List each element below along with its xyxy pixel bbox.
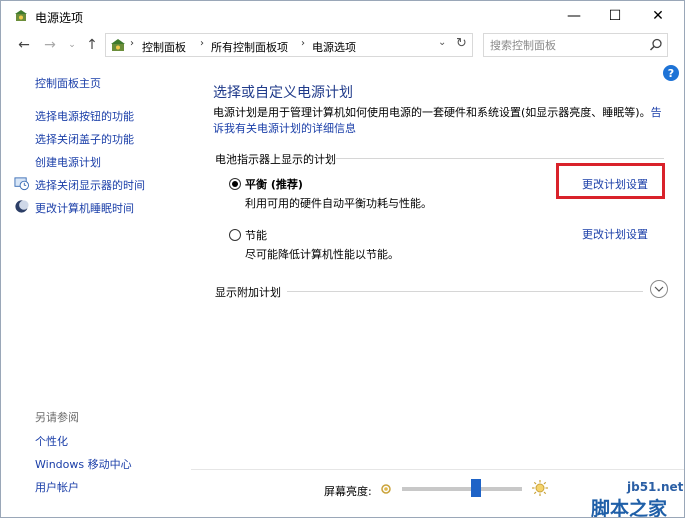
brightness-slider-thumb[interactable]: [471, 479, 482, 497]
battery-plans-group-label: 电池指示器上显示的计划: [215, 153, 336, 166]
balanced-plan-name[interactable]: 平衡 (推荐): [245, 176, 303, 192]
chevron-down-icon: [654, 286, 664, 292]
title-bar: 电源选项 — ☐ ✕: [1, 1, 684, 31]
power-saver-change-settings-link[interactable]: 更改计划设置: [582, 226, 648, 242]
breadcrumb-separator: ›: [130, 38, 134, 49]
screen-brightness-label: 屏幕亮度:: [324, 485, 372, 498]
bottom-divider: [191, 469, 684, 470]
brightness-slider-fill: [402, 487, 477, 491]
brightness-slider[interactable]: [402, 487, 522, 491]
minimize-icon: —: [567, 8, 581, 24]
control-panel-icon: [111, 39, 125, 51]
maximize-icon: ☐: [608, 8, 622, 24]
additional-plans-divider: [287, 291, 643, 292]
annotation-highlight-box: [556, 163, 665, 199]
power-saver-plan-radio[interactable]: [229, 229, 241, 241]
group-divider: [336, 158, 664, 159]
maximize-button[interactable]: ☐: [592, 1, 638, 31]
breadcrumb-separator[interactable]: ›: [200, 38, 204, 49]
breadcrumb-all-items[interactable]: 所有控制面板项: [211, 39, 288, 55]
page-description: 电源计划是用于管理计算机如何使用电源的一套硬件和系统设置(如显示器亮度、睡眠等)…: [213, 105, 668, 137]
learn-more-link-cont[interactable]: 诉我有关电源计划的详细信息: [213, 122, 356, 135]
brightness-low-icon: [381, 484, 391, 494]
navigation-bar: ← → ⌄ ↑ › 控制面板 › 所有控制面板项 › 电源选项 ⌄ ↻: [1, 31, 684, 59]
see-also-personalization[interactable]: 个性化: [35, 433, 68, 449]
main-content: ? 选择或自定义电源计划 电源计划是用于管理计算机如何使用电源的一套硬件和系统设…: [191, 61, 684, 517]
left-navigation-pane: 控制面板主页 选择电源按钮的功能 选择关闭盖子的功能 创建电源计划 选择关闭显示…: [1, 61, 191, 517]
address-dropdown-icon[interactable]: ⌄: [438, 37, 446, 48]
forward-arrow-icon: →: [44, 37, 56, 53]
back-arrow-icon: ←: [18, 37, 30, 53]
expand-additional-plans-button[interactable]: [650, 280, 668, 298]
watermark-url: jb51.net: [627, 480, 684, 494]
description-text: 电源计划是用于管理计算机如何使用电源的一套硬件和系统设置(如显示器亮度、睡眠等)…: [213, 106, 651, 119]
search-icon[interactable]: [648, 37, 664, 53]
page-title: 选择或自定义电源计划: [213, 85, 353, 101]
back-button[interactable]: ←: [15, 36, 33, 54]
sidebar-item-display-off[interactable]: 选择关闭显示器的时间: [35, 177, 145, 193]
power-saver-plan-description: 尽可能降低计算机性能以节能。: [245, 248, 399, 261]
balanced-plan-description: 利用可用的硬件自动平衡功耗与性能。: [245, 197, 432, 210]
learn-more-link[interactable]: 告: [651, 106, 662, 119]
see-also-user-accounts[interactable]: 用户帐户: [35, 479, 79, 495]
breadcrumb-control-panel[interactable]: 控制面板: [142, 39, 186, 55]
search-input[interactable]: [490, 37, 640, 53]
power-options-window: 电源选项 — ☐ ✕ ← → ⌄ ↑ › 控制面板 › 所有控制面板项 › 电源…: [0, 0, 685, 518]
chevron-down-icon: ⌄: [68, 40, 76, 50]
sidebar-item-lid-close[interactable]: 选择关闭盖子的功能: [35, 131, 134, 147]
show-additional-plans-label[interactable]: 显示附加计划: [215, 284, 281, 300]
refresh-icon[interactable]: ↻: [456, 36, 467, 51]
power-saver-plan-name[interactable]: 节能: [245, 227, 267, 243]
address-bar[interactable]: › 控制面板 › 所有控制面板项 › 电源选项 ⌄ ↻: [105, 33, 473, 57]
close-button[interactable]: ✕: [635, 1, 681, 31]
forward-button[interactable]: →: [41, 36, 59, 54]
moon-icon: [15, 200, 29, 213]
balanced-plan-radio[interactable]: [229, 178, 241, 190]
monitor-clock-icon: [14, 177, 29, 191]
see-also-mobility-center[interactable]: Windows 移动中心: [35, 456, 132, 472]
sidebar-item-sleep-time[interactable]: 更改计算机睡眠时间: [35, 200, 134, 216]
sidebar-item-control-panel-home[interactable]: 控制面板主页: [35, 75, 101, 91]
power-options-icon: [15, 10, 27, 21]
minimize-button[interactable]: —: [551, 1, 597, 31]
close-icon: ✕: [652, 8, 664, 24]
up-arrow-icon: ↑: [86, 37, 98, 53]
watermark-text: 脚本之家: [591, 498, 668, 518]
see-also-heading: 另请参阅: [35, 411, 79, 424]
sidebar-item-power-button[interactable]: 选择电源按钮的功能: [35, 108, 134, 124]
recent-locations-button[interactable]: ⌄: [63, 36, 81, 54]
window-title: 电源选项: [35, 11, 84, 25]
up-button[interactable]: ↑: [83, 36, 101, 54]
search-box[interactable]: [483, 33, 668, 57]
help-icon[interactable]: ?: [663, 65, 679, 81]
breadcrumb-power-options[interactable]: 电源选项: [312, 39, 356, 55]
brightness-high-icon: [532, 480, 548, 496]
breadcrumb-separator[interactable]: ›: [301, 38, 305, 49]
sidebar-item-create-plan[interactable]: 创建电源计划: [35, 154, 101, 170]
